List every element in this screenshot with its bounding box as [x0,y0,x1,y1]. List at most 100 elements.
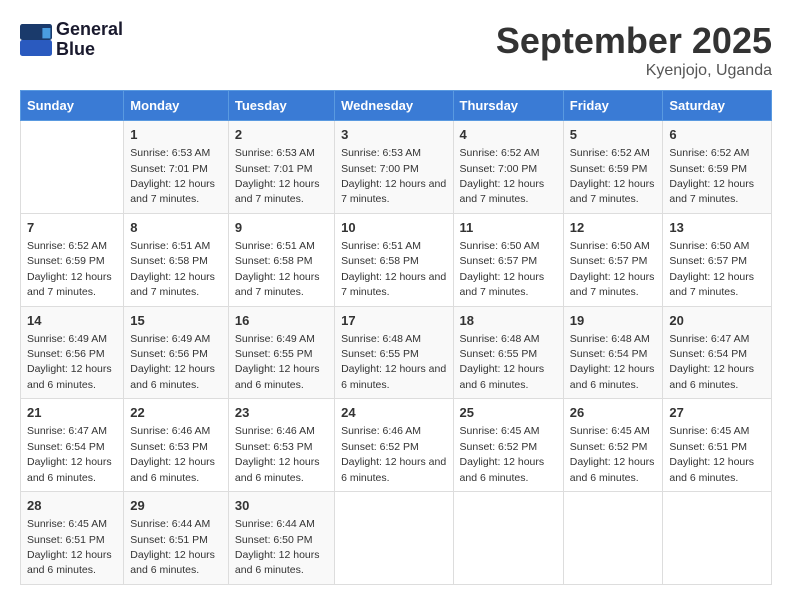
cell-content: Sunrise: 6:47 AMSunset: 6:54 PMDaylight:… [27,425,112,483]
week-row-1: 1Sunrise: 6:53 AMSunset: 7:01 PMDaylight… [21,121,772,214]
day-header-saturday: Saturday [663,91,772,121]
calendar-cell: 4Sunrise: 6:52 AMSunset: 7:00 PMDaylight… [453,121,563,214]
day-number: 21 [27,404,117,422]
calendar-cell [663,492,772,585]
logo: General Blue [20,20,123,60]
calendar-cell: 29Sunrise: 6:44 AMSunset: 6:51 PMDayligh… [124,492,229,585]
day-number: 9 [235,219,328,237]
cell-content: Sunrise: 6:53 AMSunset: 7:01 PMDaylight:… [235,147,320,205]
logo-line2: Blue [56,40,123,60]
calendar-cell: 24 Sunrise: 6:46 AMSunset: 6:52 PMDayligh… [335,399,453,492]
cell-content: Sunrise: 6:52 AMSunset: 6:59 PMDaylight:… [27,240,112,298]
calendar-cell [335,492,453,585]
week-row-2: 7 Sunrise: 6:52 AMSunset: 6:59 PMDaylight… [21,213,772,306]
cell-content: Sunrise: 6:52 AMSunset: 6:59 PMDaylight:… [570,147,655,205]
cell-content: Sunrise: 6:49 AMSunset: 6:56 PMDaylight:… [130,333,215,391]
cell-content: Sunrise: 6:50 AMSunset: 6:57 PMDaylight:… [669,240,754,298]
cell-content: Sunrise: 6:52 AMSunset: 7:00 PMDaylight:… [460,147,545,205]
day-number: 10 [341,219,446,237]
title-area: September 2025 Kyenjojo, Uganda [496,20,772,80]
day-number: 5 [570,126,657,144]
cell-content: Sunrise: 6:52 AMSunset: 6:59 PMDaylight:… [669,147,754,205]
calendar-cell: 14 Sunrise: 6:49 AMSunset: 6:56 PMDayligh… [21,306,124,399]
calendar-cell: 20 Sunrise: 6:47 AMSunset: 6:54 PMDayligh… [663,306,772,399]
day-number: 14 [27,312,117,330]
cell-content: Sunrise: 6:48 AMSunset: 6:54 PMDaylight:… [570,333,655,391]
cell-content: Sunrise: 6:47 AMSunset: 6:54 PMDaylight:… [669,333,754,391]
cell-content: Sunrise: 6:50 AMSunset: 6:57 PMDaylight:… [570,240,655,298]
calendar-cell: 30 Sunrise: 6:44 AMSunset: 6:50 PMDayligh… [228,492,334,585]
day-number: 22 [130,404,222,422]
day-number: 28 [27,497,117,515]
cell-content: Sunrise: 6:49 AMSunset: 6:55 PMDaylight:… [235,333,320,391]
calendar-cell: 16 Sunrise: 6:49 AMSunset: 6:55 PMDayligh… [228,306,334,399]
week-row-5: 28Sunrise: 6:45 AMSunset: 6:51 PMDayligh… [21,492,772,585]
calendar-cell: 25Sunrise: 6:45 AMSunset: 6:52 PMDayligh… [453,399,563,492]
calendar-cell: 18 Sunrise: 6:48 AMSunset: 6:55 PMDayligh… [453,306,563,399]
calendar-cell: 21 Sunrise: 6:47 AMSunset: 6:54 PMDayligh… [21,399,124,492]
calendar-cell: 3 Sunrise: 6:53 AMSunset: 7:00 PMDaylight… [335,121,453,214]
cell-content: Sunrise: 6:48 AMSunset: 6:55 PMDaylight:… [341,333,446,391]
calendar-cell: 15 Sunrise: 6:49 AMSunset: 6:56 PMDayligh… [124,306,229,399]
calendar-cell: 23 Sunrise: 6:46 AMSunset: 6:53 PMDayligh… [228,399,334,492]
week-row-3: 14 Sunrise: 6:49 AMSunset: 6:56 PMDayligh… [21,306,772,399]
calendar-cell: 28Sunrise: 6:45 AMSunset: 6:51 PMDayligh… [21,492,124,585]
cell-content: Sunrise: 6:45 AMSunset: 6:51 PMDaylight:… [669,425,754,483]
calendar-cell: 17 Sunrise: 6:48 AMSunset: 6:55 PMDayligh… [335,306,453,399]
day-number: 8 [130,219,222,237]
day-number: 29 [130,497,222,515]
day-number: 3 [341,126,446,144]
cell-content: Sunrise: 6:48 AMSunset: 6:55 PMDaylight:… [460,333,545,391]
cell-content: Sunrise: 6:51 AMSunset: 6:58 PMDaylight:… [235,240,320,298]
logo-text: General Blue [56,20,123,60]
day-number: 18 [460,312,557,330]
header-row: SundayMondayTuesdayWednesdayThursdayFrid… [21,91,772,121]
day-header-monday: Monday [124,91,229,121]
cell-content: Sunrise: 6:46 AMSunset: 6:53 PMDaylight:… [235,425,320,483]
calendar-cell [563,492,663,585]
cell-content: Sunrise: 6:46 AMSunset: 6:52 PMDaylight:… [341,425,446,483]
day-header-sunday: Sunday [21,91,124,121]
day-number: 23 [235,404,328,422]
calendar-cell: 27Sunrise: 6:45 AMSunset: 6:51 PMDayligh… [663,399,772,492]
month-title: September 2025 [496,20,772,62]
day-header-thursday: Thursday [453,91,563,121]
calendar-cell: 8 Sunrise: 6:51 AMSunset: 6:58 PMDaylight… [124,213,229,306]
calendar-cell [21,121,124,214]
location: Kyenjojo, Uganda [496,62,772,80]
cell-content: Sunrise: 6:45 AMSunset: 6:52 PMDaylight:… [570,425,655,483]
cell-content: Sunrise: 6:45 AMSunset: 6:52 PMDaylight:… [460,425,545,483]
cell-content: Sunrise: 6:51 AMSunset: 6:58 PMDaylight:… [341,240,446,298]
day-number: 6 [669,126,765,144]
day-number: 13 [669,219,765,237]
day-number: 7 [27,219,117,237]
week-row-4: 21 Sunrise: 6:47 AMSunset: 6:54 PMDayligh… [21,399,772,492]
day-number: 17 [341,312,446,330]
day-number: 26 [570,404,657,422]
day-number: 15 [130,312,222,330]
calendar-cell: 11 Sunrise: 6:50 AMSunset: 6:57 PMDayligh… [453,213,563,306]
day-number: 30 [235,497,328,515]
calendar-cell: 6 Sunrise: 6:52 AMSunset: 6:59 PMDaylight… [663,121,772,214]
logo-line1: General [56,20,123,40]
day-number: 19 [570,312,657,330]
day-number: 11 [460,219,557,237]
cell-content: Sunrise: 6:53 AMSunset: 7:00 PMDaylight:… [341,147,446,205]
cell-content: Sunrise: 6:51 AMSunset: 6:58 PMDaylight:… [130,240,215,298]
cell-content: Sunrise: 6:44 AMSunset: 6:50 PMDaylight:… [235,518,320,576]
logo-icon [20,24,52,56]
day-number: 24 [341,404,446,422]
calendar-cell: 22 Sunrise: 6:46 AMSunset: 6:53 PMDayligh… [124,399,229,492]
calendar-cell: 9 Sunrise: 6:51 AMSunset: 6:58 PMDaylight… [228,213,334,306]
cell-content: Sunrise: 6:49 AMSunset: 6:56 PMDaylight:… [27,333,112,391]
calendar-cell: 7 Sunrise: 6:52 AMSunset: 6:59 PMDaylight… [21,213,124,306]
day-header-friday: Friday [563,91,663,121]
calendar-cell: 19 Sunrise: 6:48 AMSunset: 6:54 PMDayligh… [563,306,663,399]
day-number: 16 [235,312,328,330]
header: General Blue September 2025 Kyenjojo, Ug… [20,20,772,80]
cell-content: Sunrise: 6:50 AMSunset: 6:57 PMDaylight:… [460,240,545,298]
calendar-cell: 1Sunrise: 6:53 AMSunset: 7:01 PMDaylight… [124,121,229,214]
day-number: 20 [669,312,765,330]
calendar-cell: 10 Sunrise: 6:51 AMSunset: 6:58 PMDayligh… [335,213,453,306]
cell-content: Sunrise: 6:46 AMSunset: 6:53 PMDaylight:… [130,425,215,483]
